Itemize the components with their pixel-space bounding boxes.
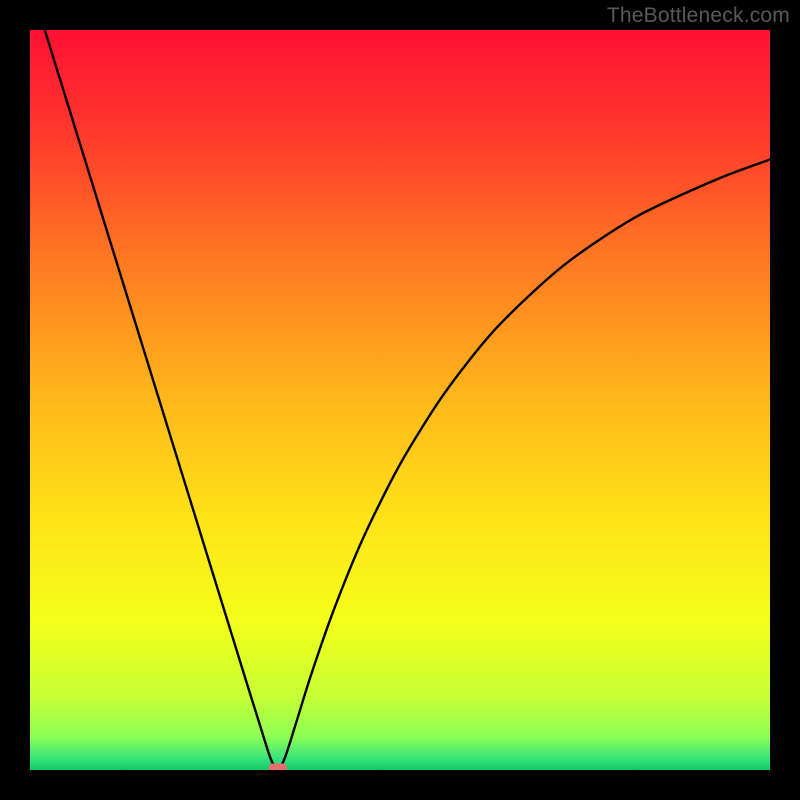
gradient-background — [30, 30, 770, 770]
chart-plot-area — [30, 30, 770, 770]
watermark-text: TheBottleneck.com — [607, 4, 790, 28]
chart-svg — [30, 30, 770, 770]
chart-frame: TheBottleneck.com — [0, 0, 800, 800]
minimum-marker — [269, 764, 287, 771]
